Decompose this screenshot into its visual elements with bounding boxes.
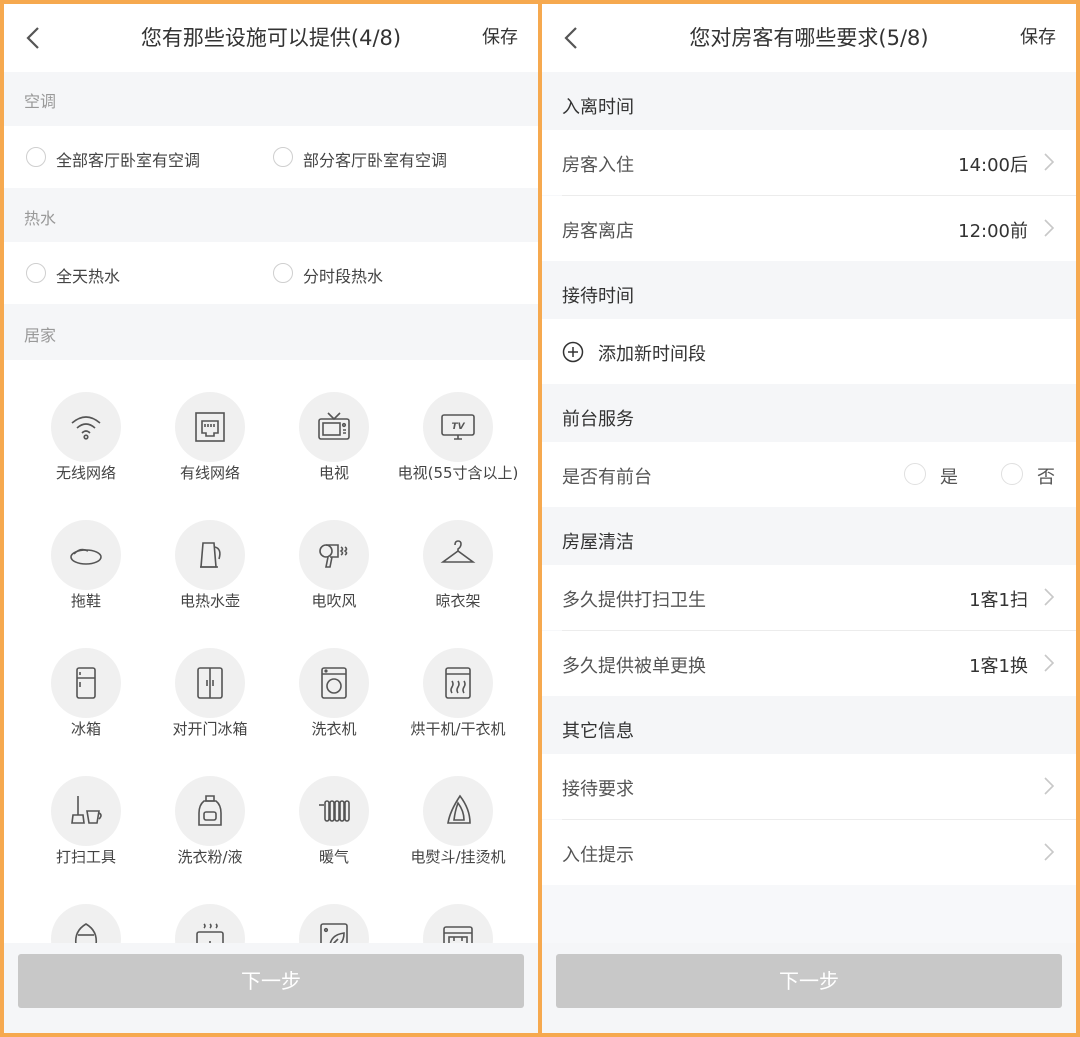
chevron-right-icon [1044,654,1055,672]
section-title-home: 居家 [4,304,538,360]
facility-label: 电吹风 [311,592,357,610]
reception-requirements-label: 接待要求 [562,779,634,800]
checkin-value: 14:00后 [958,155,1028,176]
iron-icon [447,794,471,824]
section-title-hot-water: 热水 [4,188,538,242]
front-desk-label: 是否有前台 [562,467,652,488]
facility-label: 洗衣机 [311,720,357,738]
cleaning-label: 多久提供打扫卫生 [562,590,706,611]
requirements-screen: 您对房客有哪些要求(5/8) 保存 入离时间 房客入住 14:00后 房客离店 … [542,4,1076,1033]
facility-label: 电视(55寸含以上) [397,464,519,482]
linen-value: 1客1换 [969,656,1028,677]
wifi-icon [71,416,101,440]
save-button[interactable]: 保存 [482,4,518,72]
facilities-screen: 您有那些设施可以提供(4/8) 保存 空调 全部客厅卧室有空调 部分客厅卧室有空… [4,4,538,1033]
section-title-cleaning: 房屋清洁 [542,507,1076,565]
cleaning-frequency-row[interactable]: 多久提供打扫卫生 1客1扫 [542,565,1076,630]
chevron-right-icon [1044,153,1055,171]
nav-bar: 您对房客有哪些要求(5/8) 保存 [542,4,1076,72]
facility-label: 打扫工具 [55,848,116,866]
checkin-label: 房客入住 [562,155,634,176]
facility-label: 暖气 [318,848,349,866]
chevron-right-icon [1044,588,1055,606]
section-title-front-desk: 前台服务 [542,384,1076,442]
add-time-slot-label: 添加新时间段 [598,344,706,365]
radiator-icon [319,800,350,822]
linen-change-row[interactable]: 多久提供被单更换 1客1换 [542,631,1076,696]
checkin-time-row[interactable]: 房客入住 14:00后 [542,130,1076,195]
radio-hot-water-timed[interactable] [273,263,293,283]
page-title: 您对房客有哪些要求(5/8) [689,26,929,50]
add-time-slot-row[interactable]: 添加新时间段 [542,319,1076,384]
hanger-icon [440,540,476,563]
checkin-tips-row[interactable]: 入住提示 [542,820,1076,885]
hot-water-options: 全天热水 分时段热水 [4,242,538,304]
next-button[interactable]: 下一步 [18,954,524,1008]
facility-label: 电熨斗/挂烫机 [410,848,506,866]
cleaning-tools-icon [71,796,102,824]
facility-label: 对开门冰箱 [172,720,248,738]
front-desk-no-label: 否 [1037,467,1055,488]
front-desk-yes-label: 是 [940,467,958,488]
radio-ac-all[interactable] [26,147,46,167]
facility-grid: 无线网络 有线网络 电视 TV 电视(55寸含以上) 拖鞋 电热水壶 电吹风 晾… [4,360,538,952]
page-title: 您有那些设施可以提供(4/8) [140,26,402,50]
chevron-right-icon [1044,219,1055,237]
reception-requirements-row[interactable]: 接待要求 [542,754,1076,819]
hair-dryer-icon [319,544,348,568]
facility-label: 烘干机/干衣机 [410,720,506,738]
detergent-icon [198,795,222,826]
radio-front-desk-yes[interactable] [904,463,926,485]
double-door-fridge-icon [197,667,223,699]
section-title-ac: 空调 [4,72,538,126]
nav-bar: 您有那些设施可以提供(4/8) 保存 [4,4,538,72]
facility-label: 洗衣粉/液 [177,848,243,866]
checkout-time-row[interactable]: 房客离店 12:00前 [542,196,1076,261]
facility-label: 无线网络 [55,464,116,482]
checkin-tips-label: 入住提示 [562,845,634,866]
bottom-bar: 下一步 [4,943,538,1033]
cleaning-value: 1客1扫 [969,590,1028,611]
washing-machine-icon [321,667,347,699]
facility-label: 电热水壶 [179,592,240,610]
next-button[interactable]: 下一步 [556,954,1062,1008]
svg-text:TV: TV [451,422,465,432]
facility-label: 电视 [318,464,349,482]
facility-label: 拖鞋 [70,592,101,610]
chevron-right-icon [1044,777,1055,795]
large-tv-icon: TV [441,414,475,440]
save-button[interactable]: 保存 [1020,4,1056,72]
hot-water-all-day-label: 全天热水 [56,267,121,286]
slippers-icon [70,548,102,565]
front-desk-row: 是否有前台 是 否 [542,442,1076,507]
hot-water-timed-label: 分时段热水 [303,267,384,286]
add-circle-icon [562,341,584,363]
checkout-value: 12:00前 [958,221,1028,242]
tv-icon [318,412,350,440]
dryer-icon [445,667,471,699]
ethernet-icon [195,412,225,442]
checkout-label: 房客离店 [562,221,634,242]
bottom-bar: 下一步 [542,943,1076,1033]
section-title-other: 其它信息 [542,696,1076,754]
radio-ac-partial[interactable] [273,147,293,167]
ac-all-label: 全部客厅卧室有空调 [56,151,201,170]
facility-label: 晾衣架 [435,592,481,610]
radio-hot-water-all-day[interactable] [26,263,46,283]
fridge-icon [76,667,96,699]
radio-front-desk-no[interactable] [1001,463,1023,485]
facility-label: 冰箱 [70,720,101,738]
section-title-checkin: 入离时间 [542,72,1076,130]
kettle-icon [200,542,221,568]
section-title-reception: 接待时间 [542,261,1076,319]
chevron-right-icon [1044,843,1055,861]
linen-label: 多久提供被单更换 [562,656,706,677]
ac-options: 全部客厅卧室有空调 部分客厅卧室有空调 [4,126,538,188]
facility-label: 有线网络 [179,464,240,482]
ac-partial-label: 部分客厅卧室有空调 [303,151,448,170]
